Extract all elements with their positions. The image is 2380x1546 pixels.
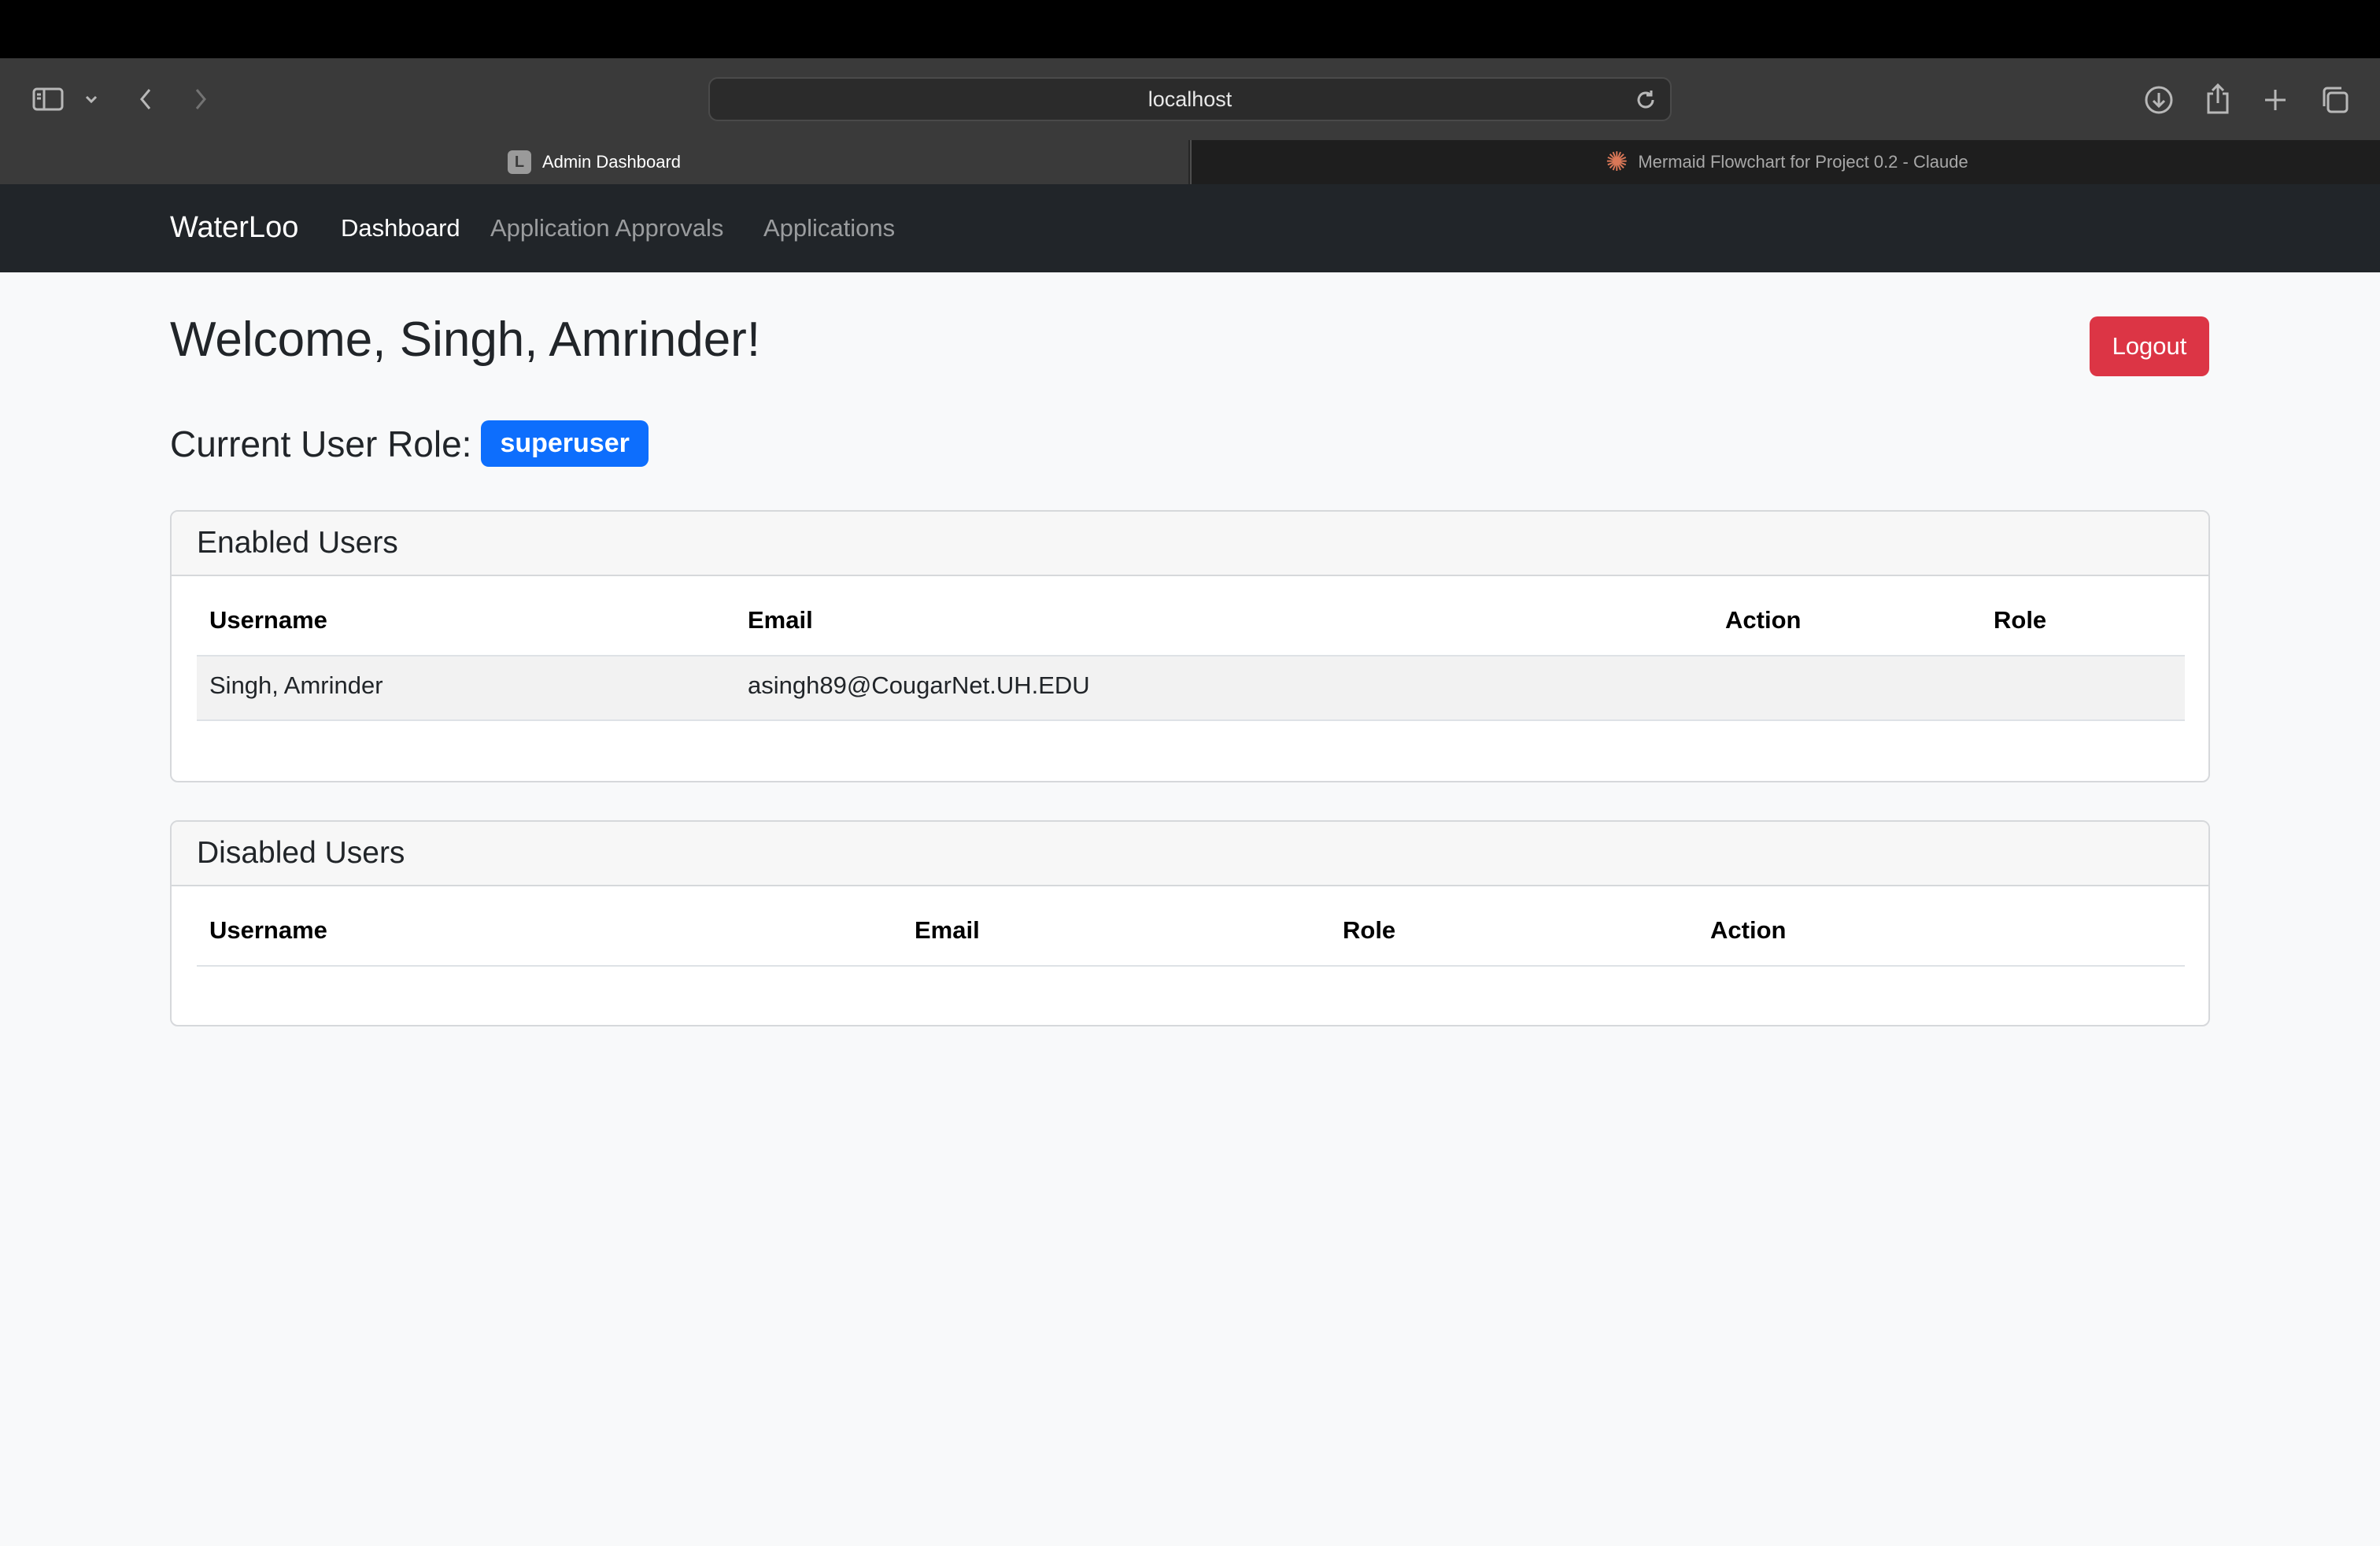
tab-overview-icon[interactable] xyxy=(2317,82,2353,118)
share-icon[interactable] xyxy=(2201,80,2235,118)
nav-dashboard[interactable]: Dashboard xyxy=(341,214,460,242)
tab-mermaid-flowchart[interactable]: ✺ Mermaid Flowchart for Project 0.2 - Cl… xyxy=(1190,140,2380,184)
logout-button[interactable]: Logout xyxy=(2090,316,2209,376)
role-label: Current User Role: xyxy=(170,423,472,464)
brand-logo[interactable]: WaterLoo xyxy=(170,211,298,245)
col-username: Username xyxy=(209,916,327,944)
nav-applications[interactable]: Applications xyxy=(763,214,895,242)
nav-application-approvals[interactable]: Application Approvals xyxy=(490,214,723,242)
table-row xyxy=(197,656,2185,719)
col-role: Role xyxy=(1994,606,2047,634)
chevron-down-icon[interactable] xyxy=(82,88,101,110)
row-divider xyxy=(197,719,2185,721)
browser-toolbar: localhost xyxy=(0,58,2380,140)
url-text: localhost xyxy=(1148,87,1232,111)
system-menu-bar xyxy=(0,0,2380,58)
cell-username: Singh, Amrinder xyxy=(209,671,383,699)
tab-strip: L Admin Dashboard ✺ Mermaid Flowchart fo… xyxy=(0,140,2380,184)
forward-icon[interactable] xyxy=(189,85,213,113)
col-username: Username xyxy=(209,606,327,634)
tab-label: Admin Dashboard xyxy=(541,152,682,172)
sidebar-toggle-icon[interactable] xyxy=(30,82,66,117)
back-icon[interactable] xyxy=(134,85,157,113)
reload-icon[interactable] xyxy=(1634,88,1658,112)
claude-icon: ✺ xyxy=(1606,147,1628,177)
tab-favicon: L xyxy=(507,150,531,174)
download-icon[interactable] xyxy=(2141,82,2177,118)
cell-email: asingh89@CougarNet.UH.EDU xyxy=(748,671,1090,699)
col-action: Action xyxy=(1710,916,1787,944)
role-badge: superuser xyxy=(481,420,649,467)
tab-admin-dashboard[interactable]: L Admin Dashboard xyxy=(0,140,1188,184)
address-bar[interactable]: localhost xyxy=(708,77,1672,121)
page-title: Welcome, Singh, Amrinder! xyxy=(170,313,761,367)
new-tab-icon[interactable] xyxy=(2259,83,2292,117)
tab-label: Mermaid Flowchart for Project 0.2 - Clau… xyxy=(1638,152,1968,172)
card-title: Enabled Users xyxy=(172,512,2208,576)
col-email: Email xyxy=(748,606,813,634)
site-navbar: WaterLoo Dashboard Application Approvals… xyxy=(0,184,2380,272)
col-action: Action xyxy=(1725,606,1802,634)
header-divider xyxy=(197,965,2185,967)
col-role: Role xyxy=(1343,916,1396,944)
enabled-users-card: Enabled Users Username Email Action Role… xyxy=(170,510,2210,782)
current-role: Current User Role: superuser xyxy=(170,420,649,467)
disabled-users-card: Disabled Users Username Email Role Actio… xyxy=(170,820,2210,1026)
col-email: Email xyxy=(915,916,980,944)
card-title: Disabled Users xyxy=(172,822,2208,886)
